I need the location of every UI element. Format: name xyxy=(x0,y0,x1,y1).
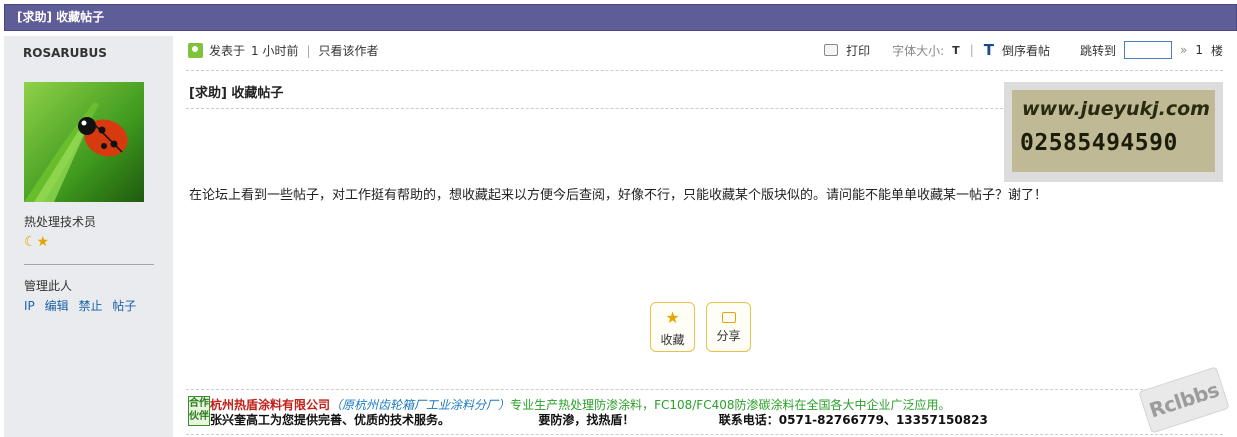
manage-user-label: 管理此人 xyxy=(24,279,73,293)
admin-link-ban[interactable]: 禁止 xyxy=(78,299,102,313)
online-status-icon xyxy=(188,43,203,58)
signature-line-2: 张兴奎高工为您提供完善、优质的技术服务。 要防渗，找热盾！ 联系电话：0571-… xyxy=(210,411,988,428)
printer-icon[interactable] xyxy=(824,44,839,56)
meta-separator: | xyxy=(306,43,311,58)
only-author-link[interactable]: 只看该作者 xyxy=(319,42,379,59)
signature-open-paren: （ xyxy=(330,398,343,412)
signature-desc: 专业生产热处理防渗涂料，FC108/FC408防渗碳涂料在全国各大中企业广泛应用… xyxy=(510,398,951,412)
post-body: 在论坛上看到一些帖子，对工作挺有帮助的，想收藏起来以方便今后查阅，好像不行，只能… xyxy=(189,188,1048,203)
favorite-button[interactable]: ★ 收藏 xyxy=(650,302,695,352)
posted-prefix: 发表于 xyxy=(209,44,246,58)
signature-close-paren: ） xyxy=(498,398,511,412)
post-meta-bar: 发表于 1 小时前 | 只看该作者 打印 字体大小: T | T 倒序看帖 跳转… xyxy=(186,36,1223,71)
signature: 合作伙伴 杭州热盾涂料有限公司（原杭州齿轮箱厂工业涂料分厂）专业生产热处理防渗涂… xyxy=(188,394,1223,430)
signature-company[interactable]: 杭州热盾涂料有限公司 xyxy=(210,398,330,412)
ad-banner-inner: www.jueyukj.com 02585494590 xyxy=(1012,90,1215,172)
author-username[interactable]: ROSARUBUS xyxy=(23,46,107,60)
posted-time: 1 小时前 xyxy=(251,44,299,58)
thread-header-title: [求助] 收藏帖子 xyxy=(17,10,105,24)
thread-header-bar: [求助] 收藏帖子 xyxy=(4,4,1237,31)
share-button[interactable]: 分享 xyxy=(706,302,751,352)
favorite-label: 收藏 xyxy=(660,333,685,347)
admin-link-ip[interactable]: IP xyxy=(24,299,35,313)
envelope-icon xyxy=(721,312,736,323)
signature-original: 原杭州齿轮箱厂工业涂料分厂 xyxy=(342,398,499,412)
ad-banner[interactable]: www.jueyukj.com 02585494590 xyxy=(1004,82,1223,182)
font-big-button[interactable]: T xyxy=(984,41,994,59)
jump-arrow-icon[interactable]: » xyxy=(1180,43,1187,57)
ladybug-avatar-image xyxy=(24,82,144,202)
star-icon: ★ xyxy=(665,308,680,327)
post-main: 发表于 1 小时前 | 只看该作者 打印 字体大小: T | T 倒序看帖 跳转… xyxy=(186,36,1223,437)
ad-phone: 02585494590 xyxy=(1020,130,1178,156)
bottom-divider xyxy=(186,434,1223,435)
reverse-order-link[interactable]: 倒序看帖 xyxy=(1002,42,1050,59)
font-small-button[interactable]: T xyxy=(952,44,960,57)
jump-floor-input[interactable] xyxy=(1124,41,1172,59)
author-rank: 热处理技术员 xyxy=(24,215,97,229)
avatar[interactable] xyxy=(24,82,144,202)
jump-label: 跳转到 xyxy=(1079,43,1116,58)
floor-unit: 楼 xyxy=(1210,43,1223,58)
rank-stars-icon: ☾★ xyxy=(24,234,50,250)
partner-badge: 合作伙伴 xyxy=(188,396,210,426)
ad-url: www.jueyukj.com xyxy=(1022,98,1210,120)
author-sidebar: ROSARUBUS 热处理技术员 ☾★ 管理此人 IP 编辑 禁止 帖子 xyxy=(4,36,173,437)
signature-divider xyxy=(186,389,1223,390)
print-link[interactable]: 打印 xyxy=(846,42,870,59)
admin-link-edit[interactable]: 编辑 xyxy=(45,299,69,313)
signature-service: 张兴奎高工为您提供完善、优质的技术服务。 xyxy=(210,413,451,427)
admin-links: IP 编辑 禁止 帖子 xyxy=(24,297,142,314)
admin-link-posts[interactable]: 帖子 xyxy=(112,299,136,313)
page-title: [求助] 收藏帖子 xyxy=(189,86,284,101)
font-separator: | xyxy=(969,43,974,57)
signature-phone: 联系电话：0571-82766779、13357150823 xyxy=(718,413,988,427)
font-size-label: 字体大小: xyxy=(892,43,945,58)
signature-slogan: 要防渗，找热盾！ xyxy=(538,413,635,427)
floor-number: 1 xyxy=(1195,43,1203,57)
sidebar-divider xyxy=(24,264,154,265)
share-label: 分享 xyxy=(716,329,741,343)
